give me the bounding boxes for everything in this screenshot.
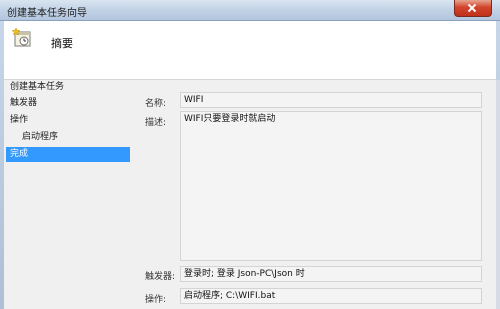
nav-step-create-task[interactable]: 创建基本任务: [10, 80, 136, 95]
action-field[interactable]: 启动程序; C:\WIFI.bat: [180, 288, 482, 304]
wizard-header: 摘要: [4, 21, 496, 80]
wizard-steps-nav: 创建基本任务 触发器 操作 启动程序 完成: [4, 80, 134, 309]
task-wizard-icon: [12, 27, 31, 47]
name-label: 名称:: [145, 99, 167, 109]
close-button[interactable]: [454, 0, 492, 17]
nav-step-finish[interactable]: 完成: [6, 147, 130, 162]
nav-step-action[interactable]: 操作: [10, 113, 136, 128]
window-title: 创建基本任务向导: [7, 8, 87, 19]
window-right-border: [496, 80, 500, 309]
wizard-body: 创建基本任务 触发器 操作 启动程序 完成 名称: WIFI 描述: WIFI只…: [4, 80, 496, 309]
trigger-label: 触发器:: [145, 272, 176, 282]
name-field[interactable]: WIFI: [180, 92, 482, 108]
description-label: 描述:: [145, 118, 167, 128]
page-title: 摘要: [51, 37, 73, 50]
nav-step-trigger[interactable]: 触发器: [10, 96, 136, 111]
action-label: 操作:: [145, 295, 167, 305]
title-bar[interactable]: 创建基本任务向导: [0, 0, 500, 21]
trigger-field[interactable]: 登录时; 登录 Json-PC\Json 时: [180, 266, 482, 282]
description-field[interactable]: WIFI只要登录时就启动: [180, 111, 482, 261]
nav-step-start-program[interactable]: 启动程序: [22, 130, 130, 145]
